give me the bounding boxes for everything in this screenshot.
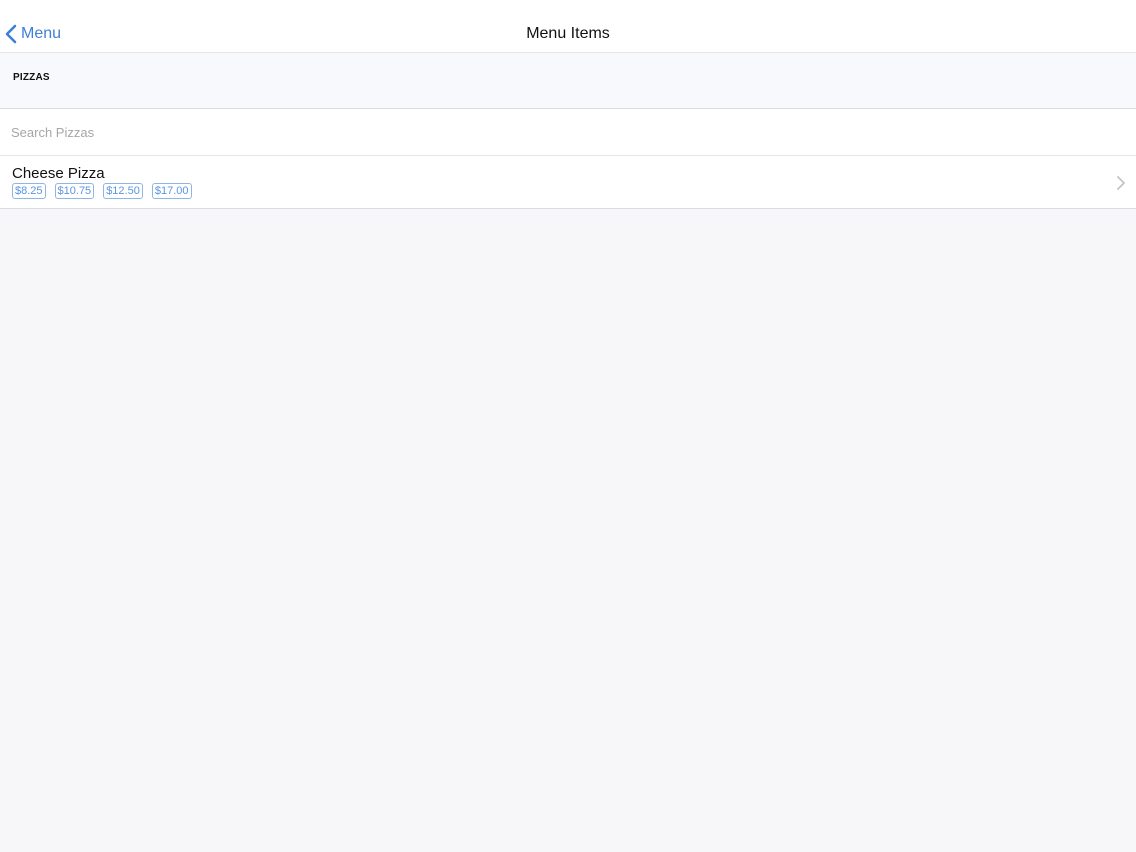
page-title: Menu Items — [526, 25, 610, 42]
search-bar — [0, 109, 1136, 156]
price-list: $8.25 $10.75 $12.50 $17.00 — [12, 183, 201, 199]
item-name: Cheese Pizza — [12, 165, 105, 182]
search-input[interactable] — [11, 121, 1111, 143]
chevron-right-icon — [1116, 176, 1126, 195]
nav-bar: Menu Menu Items — [0, 0, 1136, 53]
list-item[interactable]: Cheese Pizza $8.25 $10.75 $12.50 $17.00 — [0, 156, 1136, 209]
price-tag: $8.25 — [12, 183, 46, 199]
section-title: PIZZAS — [13, 72, 50, 83]
section-header: PIZZAS — [0, 53, 1136, 109]
price-tag: $17.00 — [151, 183, 192, 199]
price-tag: $10.75 — [54, 183, 95, 199]
price-tag: $12.50 — [103, 183, 143, 199]
